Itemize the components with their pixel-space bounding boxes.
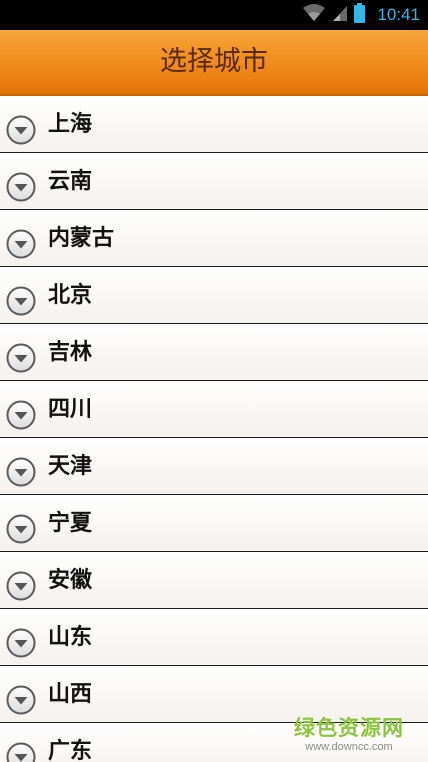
list-item[interactable]: 上海	[0, 96, 428, 153]
signal-icon	[332, 4, 348, 26]
chevron-down-circle-icon	[6, 172, 36, 202]
city-label: 广东	[48, 739, 93, 762]
list-item[interactable]: 天津	[0, 438, 428, 495]
city-label: 上海	[48, 112, 93, 137]
city-label: 吉林	[48, 340, 93, 365]
chevron-down-circle-icon	[6, 286, 36, 316]
watermark-title: 绿色资源网	[294, 716, 404, 740]
status-icons: 10:41	[302, 0, 420, 30]
city-label: 天津	[48, 454, 93, 479]
title-bar: 选择城市	[0, 30, 428, 96]
list-item[interactable]: 山东	[0, 609, 428, 666]
city-list[interactable]: 上海 云南 内蒙古 北京 吉林 四川 天津 宁夏 安徽 山东 山西 广东	[0, 96, 428, 762]
list-item[interactable]: 宁夏	[0, 495, 428, 552]
chevron-down-circle-icon	[6, 742, 36, 762]
chevron-down-circle-icon	[6, 571, 36, 601]
city-label: 四川	[48, 397, 93, 422]
battery-icon	[354, 3, 366, 27]
list-item[interactable]: 吉林	[0, 324, 428, 381]
watermark: 绿色资源网 www.downcc.com	[290, 716, 408, 754]
city-label: 北京	[48, 283, 93, 308]
chevron-down-circle-icon	[6, 457, 36, 487]
watermark-url: www.downcc.com	[305, 741, 393, 753]
city-label: 宁夏	[48, 511, 93, 536]
list-item[interactable]: 安徽	[0, 552, 428, 609]
chevron-down-circle-icon	[6, 115, 36, 145]
wifi-icon	[302, 3, 326, 27]
list-item[interactable]: 内蒙古	[0, 210, 428, 267]
chevron-down-circle-icon	[6, 343, 36, 373]
clock: 10:41	[377, 5, 420, 24]
chevron-down-circle-icon	[6, 514, 36, 544]
list-item[interactable]: 山西	[0, 666, 428, 723]
city-label: 山东	[48, 625, 93, 650]
status-bar: 10:41	[0, 0, 428, 30]
list-item[interactable]: 云南	[0, 153, 428, 210]
list-item[interactable]: 四川	[0, 381, 428, 438]
city-label: 内蒙古	[48, 226, 115, 251]
city-label: 山西	[48, 682, 93, 707]
list-item[interactable]: 北京	[0, 267, 428, 324]
chevron-down-circle-icon	[6, 229, 36, 259]
city-label: 安徽	[48, 568, 93, 593]
chevron-down-circle-icon	[6, 400, 36, 430]
city-label: 云南	[48, 169, 93, 194]
page-title: 选择城市	[160, 46, 268, 77]
chevron-down-circle-icon	[6, 628, 36, 658]
chevron-down-circle-icon	[6, 685, 36, 715]
